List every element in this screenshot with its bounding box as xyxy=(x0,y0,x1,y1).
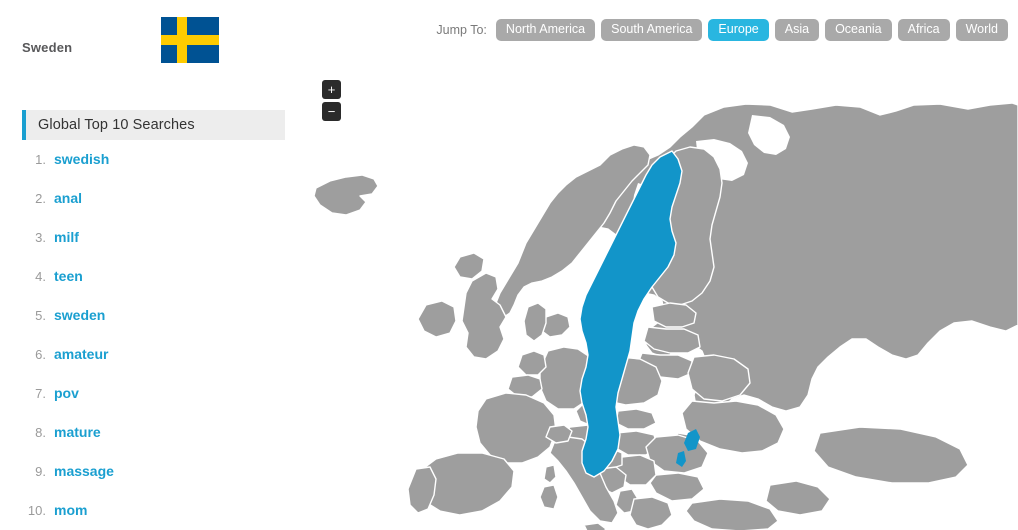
zoom-in-button[interactable]: + xyxy=(322,80,341,99)
list-item: 2. anal xyxy=(0,179,300,218)
top-searches-list: 1. swedish 2. anal 3. milf 4. teen 5. sw… xyxy=(0,140,300,530)
country-title: Sweden xyxy=(22,40,73,55)
country-france xyxy=(475,392,557,464)
left-panel: Sweden Global Top 10 Searches 1. swedish… xyxy=(0,0,300,530)
search-term-link[interactable]: anal xyxy=(54,179,82,218)
list-item-rank: 9. xyxy=(35,464,46,479)
country-turkey xyxy=(685,498,779,530)
country-iceland xyxy=(313,174,379,216)
search-term-link[interactable]: sweden xyxy=(54,296,105,335)
region-button-africa[interactable]: Africa xyxy=(897,19,950,41)
search-term-link[interactable]: amateur xyxy=(54,335,108,374)
zoom-out-button[interactable]: − xyxy=(322,102,341,121)
country-greece xyxy=(629,496,673,530)
list-item-rank: 8. xyxy=(35,425,46,440)
flag-cross-horizontal xyxy=(161,35,219,45)
search-term-link[interactable]: teen xyxy=(54,257,83,296)
list-item: 5. sweden xyxy=(0,296,300,335)
list-item-rank: 1. xyxy=(35,152,46,167)
search-term-link[interactable]: milf xyxy=(54,218,79,257)
search-list-header: Global Top 10 Searches xyxy=(22,110,285,140)
search-term-link[interactable]: pov xyxy=(54,374,79,413)
list-item: 1. swedish xyxy=(0,140,300,179)
island-corsica xyxy=(543,464,557,484)
region-button-south-america[interactable]: South America xyxy=(601,19,703,41)
jump-to-label: Jump To: xyxy=(436,22,487,37)
list-item: 3. milf xyxy=(0,218,300,257)
list-item-rank: 7. xyxy=(35,386,46,401)
list-item-rank: 2. xyxy=(35,191,46,206)
country-kazakhstan xyxy=(813,426,969,484)
list-item: 7. pov xyxy=(0,374,300,413)
region-button-oceania[interactable]: Oceania xyxy=(825,19,892,41)
country-sardinia xyxy=(539,484,559,510)
list-item: 8. mature xyxy=(0,413,300,452)
search-term-link[interactable]: swedish xyxy=(54,140,109,179)
country-united-kingdom xyxy=(461,272,507,360)
region-jump-nav: Jump To: North America South America Eur… xyxy=(436,19,1008,41)
search-term-link[interactable]: mature xyxy=(54,413,101,452)
search-term-link[interactable]: mom xyxy=(54,491,87,530)
search-term-link[interactable]: massage xyxy=(54,452,114,491)
country-sicily xyxy=(583,522,607,530)
list-item: 4. teen xyxy=(0,257,300,296)
country-ireland xyxy=(417,300,457,338)
region-button-europe[interactable]: Europe xyxy=(708,19,769,41)
search-list-header-label: Global Top 10 Searches xyxy=(38,117,195,133)
list-item: 6. amateur xyxy=(0,335,300,374)
list-item-rank: 5. xyxy=(35,308,46,323)
list-item: 9. massage xyxy=(0,452,300,491)
country-jutland xyxy=(523,302,547,342)
list-item-rank: 10. xyxy=(27,503,46,518)
country-bulgaria xyxy=(649,472,705,502)
country-slovakia xyxy=(615,408,657,430)
list-item-rank: 4. xyxy=(35,269,46,284)
country-scotland-north xyxy=(453,252,485,280)
country-netherlands xyxy=(517,350,547,376)
list-item-rank: 3. xyxy=(35,230,46,245)
region-button-world[interactable]: World xyxy=(955,19,1008,41)
europe-map[interactable]: + − xyxy=(300,55,1018,530)
region-button-north-america[interactable]: North America xyxy=(495,19,596,41)
list-item: 10. mom xyxy=(0,491,300,530)
region-button-asia[interactable]: Asia xyxy=(774,19,820,41)
list-item-rank: 6. xyxy=(35,347,46,362)
sweden-flag-icon xyxy=(161,17,219,63)
country-caucasus xyxy=(765,480,831,516)
map-zoom-controls: + − xyxy=(322,80,341,124)
map-svg xyxy=(313,102,1018,530)
